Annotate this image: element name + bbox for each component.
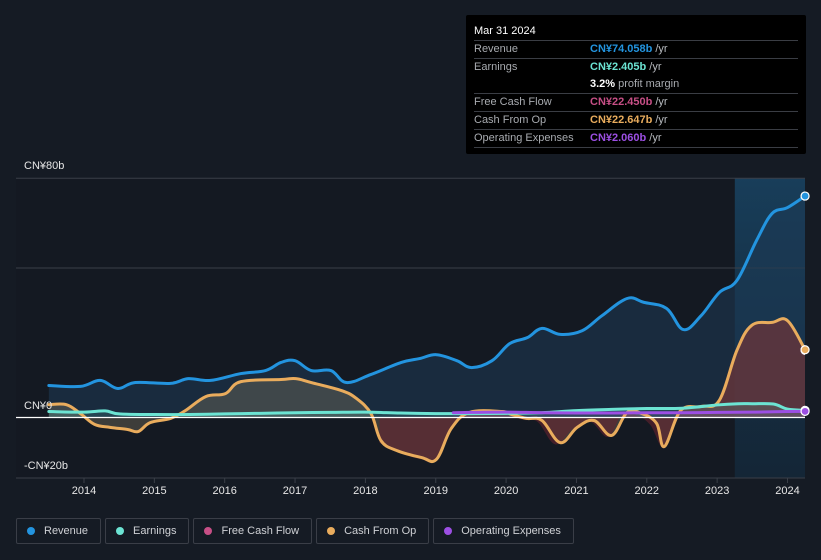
x-tick-label: 2019 bbox=[423, 485, 448, 497]
tooltip-label: Revenue bbox=[474, 43, 519, 55]
tooltip-value-free-cash-flow: CN¥22.450b bbox=[590, 96, 653, 108]
legend-label: Revenue bbox=[44, 525, 89, 537]
x-tick-label: 2020 bbox=[493, 485, 519, 497]
y-tick-label-80b: CN¥80b bbox=[24, 160, 65, 172]
legend-item-cash-from-op[interactable]: Cash From Op bbox=[316, 518, 430, 544]
tooltip-panel: Mar 31 2024 Revenue CN¥74.058b /yr Earni… bbox=[466, 15, 806, 154]
tooltip-label: Operating Expenses bbox=[474, 132, 574, 144]
x-tick-label: 2023 bbox=[704, 485, 730, 497]
end-point-revenue bbox=[800, 191, 810, 201]
tooltip-row-operating-expenses: Operating Expenses CN¥2.060b /yr bbox=[474, 130, 798, 148]
tooltip-row-earnings: Earnings CN¥2.405b /yr bbox=[474, 59, 798, 76]
y-tick-label-0: CN¥0 bbox=[24, 400, 53, 412]
tooltip-date: Mar 31 2024 bbox=[474, 23, 798, 41]
tooltip-row-profit-margin: 3.2% profit margin bbox=[474, 76, 798, 94]
end-point-cash-from-op bbox=[800, 345, 810, 355]
legend-item-operating-expenses[interactable]: Operating Expenses bbox=[433, 518, 574, 544]
tooltip-row-free-cash-flow: Free Cash Flow CN¥22.450b /yr bbox=[474, 94, 798, 112]
legend-dot-icon bbox=[116, 527, 125, 535]
y-tick-label-neg20b: -CN¥20b bbox=[24, 460, 69, 472]
x-tick-label: 2024 bbox=[775, 485, 800, 497]
x-tick-label: 2022 bbox=[634, 485, 660, 497]
end-point-operating-expenses bbox=[800, 406, 810, 416]
legend-label: Free Cash Flow bbox=[221, 525, 300, 537]
tooltip-unit: /yr bbox=[655, 43, 668, 55]
tooltip-unit: /yr bbox=[649, 132, 662, 144]
legend-dot-icon bbox=[444, 527, 453, 535]
tooltip-value-earnings: CN¥2.405b bbox=[590, 61, 647, 73]
legend-item-earnings[interactable]: Earnings bbox=[105, 518, 190, 544]
x-tick-label: 2016 bbox=[212, 485, 237, 497]
legend-item-revenue[interactable]: Revenue bbox=[16, 518, 102, 544]
legend-label: Operating Expenses bbox=[461, 525, 561, 537]
right-edge-mask bbox=[805, 0, 821, 500]
tooltip-margin-value: 3.2% bbox=[590, 78, 616, 90]
tooltip-label: Cash From Op bbox=[474, 114, 547, 126]
chart-legend: Revenue Earnings Free Cash Flow Cash Fro… bbox=[16, 518, 574, 544]
tooltip-value-cash-from-op: CN¥22.647b bbox=[590, 114, 653, 126]
x-tick-label: 2014 bbox=[71, 485, 97, 497]
legend-dot-icon bbox=[327, 527, 336, 535]
legend-label: Earnings bbox=[133, 525, 177, 537]
tooltip-label bbox=[474, 76, 590, 93]
tooltip-value-operating-expenses: CN¥2.060b bbox=[590, 132, 647, 144]
tooltip-row-revenue: Revenue CN¥74.058b /yr bbox=[474, 41, 798, 59]
tooltip-unit: /yr bbox=[655, 96, 668, 108]
x-tick-label: 2017 bbox=[282, 485, 308, 497]
x-tick-label: 2018 bbox=[353, 485, 378, 497]
tooltip-label: Earnings bbox=[474, 61, 518, 73]
tooltip-label: Free Cash Flow bbox=[474, 96, 552, 108]
legend-dot-icon bbox=[204, 527, 213, 535]
line-operating-expenses bbox=[451, 409, 807, 415]
tooltip-value-revenue: CN¥74.058b bbox=[590, 43, 653, 55]
legend-item-free-cash-flow[interactable]: Free Cash Flow bbox=[193, 518, 313, 544]
legend-dot-icon bbox=[27, 527, 35, 535]
tooltip-unit: /yr bbox=[655, 114, 668, 126]
x-tick-label: 2015 bbox=[142, 485, 167, 497]
tooltip-row-cash-from-op: Cash From Op CN¥22.647b /yr bbox=[474, 112, 798, 130]
x-tick-label: 2021 bbox=[564, 485, 589, 497]
legend-label: Cash From Op bbox=[344, 525, 417, 537]
tooltip-margin-text: profit margin bbox=[618, 78, 680, 90]
tooltip-unit: /yr bbox=[649, 61, 662, 73]
